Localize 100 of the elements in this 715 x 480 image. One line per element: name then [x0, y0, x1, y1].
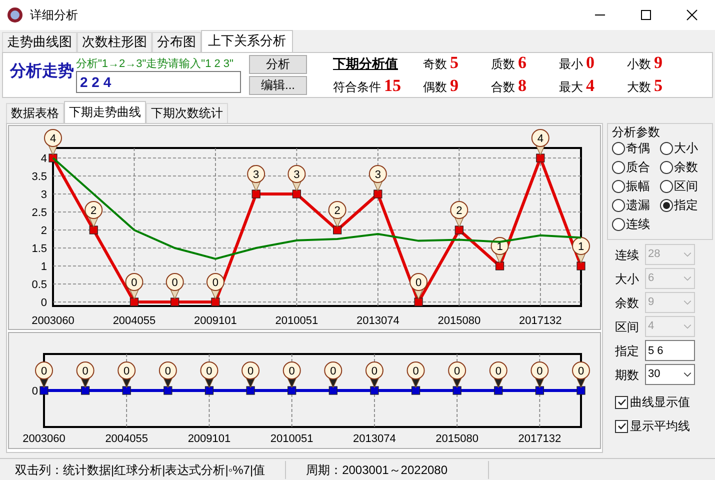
axis-label: 2004055: [105, 433, 148, 445]
data-point: [414, 298, 423, 306]
value-balloon: 0: [282, 362, 301, 388]
radio-label: 振幅: [626, 178, 650, 194]
axis-label: 2: [40, 225, 47, 237]
value-balloon: 1: [490, 237, 509, 264]
axis-label: 1: [40, 261, 47, 273]
button[interactable]: 编辑...: [249, 76, 307, 95]
stat-label: 大数: [627, 79, 651, 96]
tab[interactable]: 走势曲线图: [2, 32, 77, 52]
axis-label: 2009101: [188, 433, 231, 445]
data-label: 1: [578, 241, 584, 253]
status-text: 周期：2003001～2022080: [286, 460, 489, 478]
data-label: 1: [496, 241, 503, 253]
axis-label: 2015080: [436, 433, 478, 445]
button[interactable]: 分析: [249, 55, 307, 74]
data-point: [89, 226, 98, 234]
radio-button[interactable]: [612, 160, 625, 174]
field-label: 区间: [615, 318, 640, 336]
data-point: [454, 226, 464, 234]
data-label: 0: [131, 277, 138, 289]
stat-label: 偶数: [423, 79, 447, 96]
checkbox-label: 显示平均线: [630, 418, 690, 435]
radio-button[interactable]: [612, 218, 625, 230]
app-icon: [7, 7, 23, 23]
radio-button[interactable]: [612, 142, 625, 154]
axis-label: 2010051: [275, 315, 318, 327]
axis-label: 2015080: [438, 315, 481, 327]
data-label: 4: [50, 133, 56, 145]
data-point: [452, 386, 462, 395]
data-point: [40, 386, 48, 395]
value-balloon: 0: [118, 362, 136, 388]
input-hint: 分析"1→2→3"走势请输入"1 2 3": [76, 58, 234, 70]
radio-button[interactable]: [660, 180, 673, 192]
value-balloon: 0: [158, 362, 177, 388]
radio-button[interactable]: [660, 142, 673, 154]
value-balloon: 3: [368, 165, 387, 192]
data-point: [252, 190, 260, 198]
field-label: 连续: [615, 246, 640, 264]
radio-button[interactable]: [612, 180, 625, 192]
radio-button[interactable]: [612, 198, 625, 212]
data-point: [328, 386, 338, 395]
value-balloon: 1: [572, 237, 590, 264]
input-field[interactable]: 5 6: [645, 340, 695, 361]
data-point: [535, 386, 544, 395]
checkbox[interactable]: [615, 420, 628, 432]
tab[interactable]: 下期次数统计: [146, 103, 228, 123]
status-text: 双击列：统计数据|红球分析|表达式分析|◦%7|值: [0, 460, 286, 478]
tab[interactable]: 分布图: [152, 32, 201, 52]
data-label: 2: [334, 205, 340, 217]
radio-button[interactable]: [660, 198, 673, 212]
chevron-icon: [683, 276, 692, 281]
value-balloon: 0: [200, 362, 218, 388]
axis-label: 2017132: [518, 433, 562, 445]
dropdown[interactable]: 30: [645, 364, 695, 385]
data-point: [292, 190, 301, 198]
value-balloon: 0: [76, 362, 94, 388]
value-balloon: 3: [288, 165, 306, 192]
stat-label: 最大: [559, 79, 583, 96]
input-field[interactable]: 2 2 4: [76, 70, 241, 92]
stat-label: 奇数: [423, 56, 447, 73]
tab[interactable]: 次数柱形图: [77, 32, 152, 52]
stat-value: 9: [450, 75, 458, 96]
data-point: [494, 386, 503, 395]
chevron-icon: [683, 300, 692, 305]
checkbox[interactable]: [615, 396, 628, 408]
tab[interactable]: 上下关系分析: [201, 30, 293, 52]
window-title: 详细分析: [30, 7, 78, 24]
data-point: [164, 386, 172, 395]
value-balloon: 2: [450, 201, 468, 228]
radio-label: 区间: [674, 178, 698, 194]
data-label: 0: [172, 277, 178, 289]
data-point: [246, 386, 255, 395]
value-balloon: 0: [206, 273, 224, 300]
axis-label: 2010051: [270, 433, 314, 445]
data-label: 2: [456, 205, 462, 217]
axis-label: 3.5: [32, 171, 47, 183]
stat-value: 5: [450, 52, 458, 73]
radio-label: 大小: [674, 140, 698, 156]
radio-label: 余数: [674, 159, 698, 175]
value-balloon: 0: [448, 362, 466, 388]
summary-heading: 下期分析值: [333, 55, 399, 73]
data-point: [576, 386, 586, 395]
tab[interactable]: 数据表格: [6, 103, 64, 123]
value-balloon: 0: [489, 362, 508, 388]
stat-value: 8: [518, 75, 526, 96]
value-balloon: 4: [531, 129, 550, 156]
tab[interactable]: 下期走势曲线: [64, 101, 146, 123]
chevron-icon: [683, 324, 692, 329]
data-point: [536, 154, 545, 162]
radio-button[interactable]: [660, 160, 673, 174]
data-point: [81, 386, 90, 395]
data-point: [122, 386, 131, 395]
axis-label: 2004055: [112, 315, 156, 327]
data-label: 3: [294, 169, 300, 181]
axis-label: 2003060: [22, 433, 66, 445]
data-point: [374, 190, 382, 198]
axis-label: 0.5: [32, 279, 47, 291]
data-label: 3: [253, 169, 260, 181]
stat-value: 4: [586, 75, 594, 96]
